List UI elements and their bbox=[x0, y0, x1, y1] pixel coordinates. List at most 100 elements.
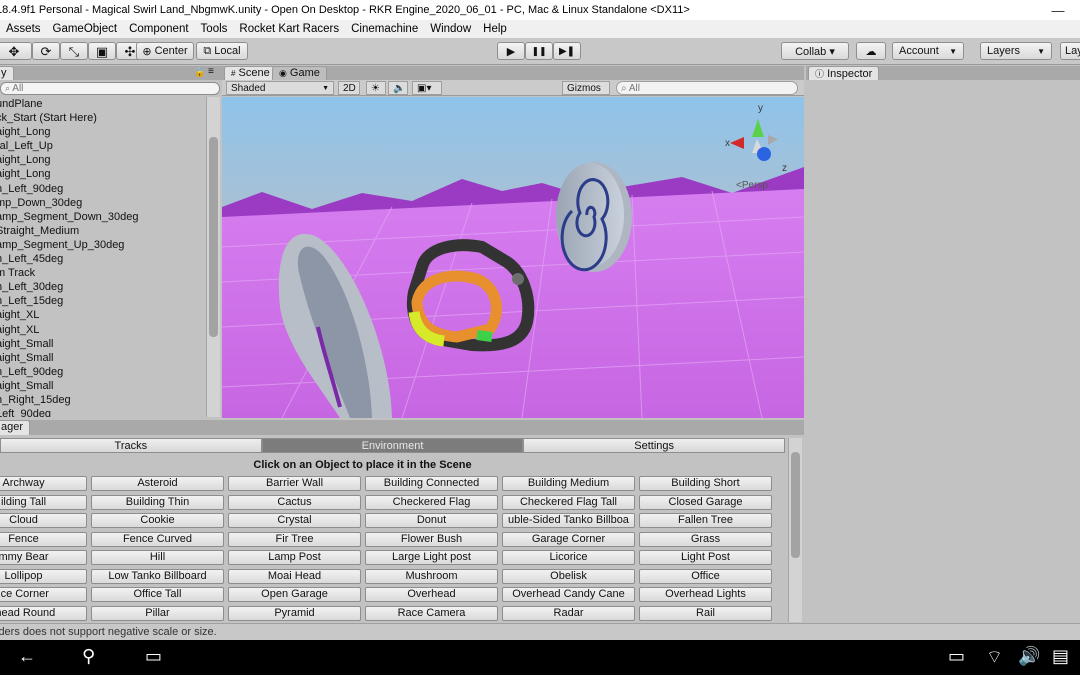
place-overhead-lights-button[interactable]: Overhead Lights bbox=[639, 587, 772, 602]
place-fence-button[interactable]: Fence bbox=[0, 532, 87, 547]
list-item[interactable]: n_Left_90deg bbox=[0, 182, 206, 196]
tab-game[interactable]: ◉ Game bbox=[272, 66, 327, 80]
list-item[interactable]: Straight_Medium bbox=[0, 224, 206, 238]
place-asteroid-button[interactable]: Asteroid bbox=[91, 476, 224, 491]
menu-component[interactable]: Component bbox=[123, 23, 194, 35]
list-item[interactable]: aight_XL bbox=[0, 323, 206, 337]
list-item[interactable]: n_Left_30deg bbox=[0, 280, 206, 294]
place-grass-button[interactable]: Grass bbox=[639, 532, 772, 547]
place-building-short-button[interactable]: Building Short bbox=[639, 476, 772, 491]
scale-tool-button[interactable]: ⤡ bbox=[60, 42, 88, 60]
place-radar-button[interactable]: Radar bbox=[502, 606, 635, 621]
manager-scrollbar[interactable] bbox=[788, 438, 802, 622]
place-open-garage-button[interactable]: Open Garage bbox=[228, 587, 361, 602]
notifications-icon[interactable]: ▤ bbox=[1052, 646, 1069, 667]
place-cactus-button[interactable]: Cactus bbox=[228, 495, 361, 510]
place-lamp-post-button[interactable]: Lamp Post bbox=[228, 550, 361, 565]
status-message[interactable]: lders does not support negative scale or… bbox=[0, 626, 217, 638]
place-office-button[interactable]: Office bbox=[639, 569, 772, 584]
lighting-toggle[interactable]: ☀ bbox=[366, 81, 386, 95]
list-item[interactable]: Left_90deg bbox=[0, 407, 206, 417]
place-race-camera-button[interactable]: Race Camera bbox=[365, 606, 498, 621]
place-double-sided-billboard-button[interactable]: uble-Sided Tanko Billboa bbox=[502, 513, 635, 528]
menu-tools[interactable]: Tools bbox=[195, 23, 234, 35]
place-obelisk-button[interactable]: Obelisk bbox=[502, 569, 635, 584]
list-item[interactable]: amp_Segment_Up_30deg bbox=[0, 238, 206, 252]
layers-dropdown[interactable]: Layers ▼ bbox=[980, 42, 1052, 60]
tab-inspector[interactable]: ⓘ Inspector bbox=[808, 66, 880, 80]
volume-icon[interactable]: 🔊 bbox=[1018, 646, 1040, 667]
list-item[interactable]: undPlane bbox=[0, 97, 206, 111]
place-barrier-wall-button[interactable]: Barrier Wall bbox=[228, 476, 361, 491]
place-checkered-flag-button[interactable]: Checkered Flag bbox=[365, 495, 498, 510]
list-item[interactable]: amp_Segment_Down_30deg bbox=[0, 210, 206, 224]
tab-tracks[interactable]: Tracks bbox=[0, 438, 262, 453]
perspective-label[interactable]: <Persp bbox=[736, 180, 768, 191]
menu-help[interactable]: Help bbox=[477, 23, 513, 35]
place-rail-button[interactable]: Rail bbox=[639, 606, 772, 621]
collab-dropdown[interactable]: Collab ▾ bbox=[781, 42, 849, 60]
place-garage-corner-button[interactable]: Garage Corner bbox=[502, 532, 635, 547]
list-item[interactable]: aight_XL bbox=[0, 308, 206, 322]
place-closed-garage-button[interactable]: Closed Garage bbox=[639, 495, 772, 510]
place-fence-curved-button[interactable]: Fence Curved bbox=[91, 532, 224, 547]
cloud-button[interactable]: ☁ bbox=[856, 42, 886, 60]
account-dropdown[interactable]: Account ▼ bbox=[892, 42, 964, 60]
place-building-thin-button[interactable]: Building Thin bbox=[91, 495, 224, 510]
minimize-button[interactable]: — bbox=[1036, 0, 1080, 20]
task-view-icon[interactable]: ▭ bbox=[145, 646, 162, 667]
place-lollipop-button[interactable]: Lollipop bbox=[0, 569, 87, 584]
effects-dropdown[interactable]: ▣▾ bbox=[412, 81, 442, 95]
place-large-light-post-button[interactable]: Large Light post bbox=[365, 550, 498, 565]
place-cloud-button[interactable]: Cloud bbox=[0, 513, 87, 528]
place-low-tanko-billboard-button[interactable]: Low Tanko Billboard bbox=[91, 569, 224, 584]
place-flower-bush-button[interactable]: Flower Bush bbox=[365, 532, 498, 547]
play-button[interactable]: ▶ bbox=[497, 42, 525, 60]
rect-tool-button[interactable]: ▣ bbox=[88, 42, 116, 60]
place-office-tall-button[interactable]: Office Tall bbox=[91, 587, 224, 602]
wifi-icon[interactable]: ⌔ bbox=[986, 646, 1003, 669]
list-item[interactable]: m Track bbox=[0, 266, 206, 280]
place-overhead-candy-cane-button[interactable]: Overhead Candy Cane bbox=[502, 587, 635, 602]
layout-dropdown[interactable]: Lay bbox=[1060, 42, 1080, 60]
place-office-corner-button[interactable]: ice Corner bbox=[0, 587, 87, 602]
place-building-medium-button[interactable]: Building Medium bbox=[502, 476, 635, 491]
place-building-tall-button[interactable]: ilding Tall bbox=[0, 495, 87, 510]
hierarchy-search-input[interactable]: ⌕ All bbox=[0, 82, 220, 95]
lock-icon[interactable]: 🔒 bbox=[194, 67, 205, 78]
list-item[interactable]: n_Left_45deg bbox=[0, 252, 206, 266]
list-item[interactable]: mp_Down_30deg bbox=[0, 196, 206, 210]
pivot-local-button[interactable]: ⧉ Local bbox=[196, 42, 248, 60]
place-pyramid-button[interactable]: Pyramid bbox=[228, 606, 361, 621]
scrollbar-thumb[interactable] bbox=[791, 452, 800, 558]
tab-hierarchy[interactable]: y bbox=[0, 66, 14, 80]
place-hill-button[interactable]: Hill bbox=[91, 550, 224, 565]
place-fir-tree-button[interactable]: Fir Tree bbox=[228, 532, 361, 547]
tab-scene[interactable]: # Scene bbox=[224, 66, 277, 80]
list-item[interactable]: aight_Long bbox=[0, 153, 206, 167]
gizmos-dropdown[interactable]: Gizmos ▼ bbox=[562, 81, 610, 107]
place-overhead-round-button[interactable]: rhead Round bbox=[0, 606, 87, 621]
scene-viewport[interactable]: y x z <Persp bbox=[222, 97, 804, 418]
place-checkered-flag-tall-button[interactable]: Checkered Flag Tall bbox=[502, 495, 635, 510]
list-item[interactable]: aight_Small bbox=[0, 337, 206, 351]
menu-gameobject[interactable]: GameObject bbox=[47, 23, 124, 35]
scrollbar-thumb[interactable] bbox=[209, 137, 218, 337]
hierarchy-scrollbar[interactable] bbox=[206, 97, 220, 417]
scene-search-input[interactable]: ⌕ All bbox=[616, 81, 798, 95]
shading-mode-dropdown[interactable]: Shaded ▼ bbox=[226, 81, 334, 95]
list-item[interactable]: aight_Small bbox=[0, 351, 206, 365]
pivot-center-button[interactable]: ⊕ Center bbox=[136, 42, 194, 60]
place-fallen-tree-button[interactable]: Fallen Tree bbox=[639, 513, 772, 528]
step-button[interactable]: ▶❚ bbox=[553, 42, 581, 60]
list-item[interactable]: aight_Long bbox=[0, 125, 206, 139]
audio-toggle[interactable]: 🔈 bbox=[388, 81, 408, 95]
place-mushroom-button[interactable]: Mushroom bbox=[365, 569, 498, 584]
menu-assets[interactable]: Assets bbox=[0, 23, 47, 35]
rotate-tool-button[interactable]: ⟳ bbox=[32, 42, 60, 60]
place-donut-button[interactable]: Donut bbox=[365, 513, 498, 528]
tab-manager[interactable]: ager bbox=[0, 420, 31, 435]
hand-tool-button[interactable]: ✥ bbox=[0, 42, 32, 60]
2d-toggle[interactable]: 2D bbox=[338, 81, 360, 95]
list-item[interactable]: ral_Left_Up bbox=[0, 139, 206, 153]
